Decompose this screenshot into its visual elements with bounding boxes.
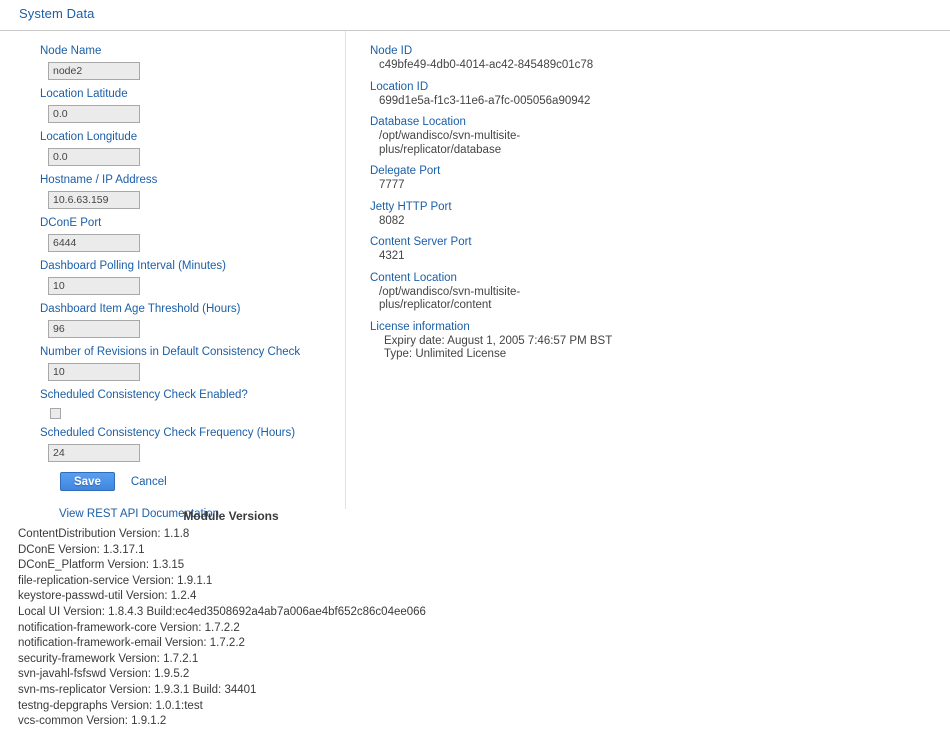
form-field-input[interactable] <box>48 62 140 80</box>
module-version-line: DConE_Platform Version: 1.3.15 <box>18 559 185 572</box>
form-field-label: Dashboard Item Age Threshold (Hours) <box>40 303 241 315</box>
module-version-line: file-replication-service Version: 1.9.1.… <box>18 574 213 587</box>
tab-system-data[interactable]: System Data <box>19 6 95 21</box>
info-item-value: 4321 <box>379 250 405 262</box>
info-item-value: 8082 <box>379 214 405 227</box>
form-field-input[interactable] <box>48 105 140 123</box>
form-field: Dashboard Polling Interval (Minutes) <box>40 259 345 295</box>
info-item-label: Database Location <box>370 116 466 128</box>
module-version-line: svn-javahl-fsfswd Version: 1.9.5.2 <box>18 668 190 681</box>
form-field: Scheduled Consistency Check Frequency (H… <box>40 426 345 462</box>
form-field-input[interactable] <box>48 191 140 209</box>
module-version-line: svn-ms-replicator Version: 1.9.3.1 Build… <box>18 683 257 696</box>
form-field-label: Node Name <box>40 45 102 57</box>
info-item: Delegate Port 7777 <box>370 164 946 193</box>
module-versions-title: Module Versions <box>183 509 279 523</box>
info-item-label: Jetty HTTP Port <box>370 200 452 213</box>
info-item-value: 7777 <box>379 179 405 191</box>
form-field-input[interactable] <box>48 234 140 252</box>
module-versions-list: ContentDistribution Version: 1.1.8 DConE … <box>18 527 950 730</box>
form-field: Scheduled Consistency Check Enabled? <box>40 388 345 419</box>
info-item-label: Delegate Port <box>370 165 441 177</box>
form-field-label: Scheduled Consistency Check Enabled? <box>40 389 248 401</box>
form-actions: Save Cancel <box>60 472 345 491</box>
system-info-list: Node ID c49bfe49-4db0-4014-ac42-845489c01… <box>346 31 946 362</box>
module-version-line: notification-framework-core Version: 1.7… <box>18 621 240 634</box>
form-field: DConE Port <box>40 216 345 252</box>
info-item-value: 699d1e5a-f1c3-11e6-a7fc-005056a90942 <box>379 94 591 107</box>
license-type-value: Type: Unlimited License <box>384 348 507 360</box>
info-item: Content Location/opt/wandisco/svn-multis… <box>370 271 946 313</box>
module-version-line: ContentDistribution Version: 1.1.8 <box>18 528 190 540</box>
module-version-line: DConE Version: 1.3.17.1 <box>18 543 145 556</box>
info-items-container: Node ID c49bfe49-4db0-4014-ac42-845489c01… <box>370 44 946 313</box>
form-field: Location Latitude <box>40 87 345 123</box>
form-field: Location Longitude <box>40 130 345 166</box>
form-field-label: Dashboard Polling Interval (Minutes) <box>40 260 227 272</box>
form-field-input[interactable] <box>48 444 140 462</box>
form-field-label: Location Latitude <box>40 88 128 100</box>
form-field: Number of Revisions in Default Consisten… <box>40 345 345 381</box>
form-field-label: Scheduled Consistency Check Frequency (H… <box>40 427 296 439</box>
info-item: Location ID 699d1e5a-f1c3-11e6-a7fc-00505… <box>370 80 946 109</box>
license-information-item: License information Expiry date: August … <box>370 320 946 362</box>
form-field: Hostname / IP Address <box>40 173 345 209</box>
tab-bar: System Data <box>0 0 950 31</box>
info-item-label: Node ID <box>370 45 413 57</box>
settings-form-column: Node Name Location Latitude Location Longi… <box>0 31 345 520</box>
module-version-line: Local UI Version: 1.8.4.3 Build:ec4ed350… <box>18 605 426 618</box>
form-field-label: Hostname / IP Address <box>40 174 158 186</box>
system-data-form: Node Name Location Latitude Location Longi… <box>0 31 345 520</box>
form-fields-container: Node Name Location Latitude Location Longi… <box>40 44 345 462</box>
info-item-label: Content Server Port <box>370 236 472 248</box>
form-field: Dashboard Item Age Threshold (Hours) <box>40 302 345 338</box>
form-field-input[interactable] <box>48 277 140 295</box>
form-field-label: Number of Revisions in Default Consisten… <box>40 346 301 358</box>
system-info-column: Node ID c49bfe49-4db0-4014-ac42-845489c01… <box>346 31 946 369</box>
info-item-label: Location ID <box>370 80 429 93</box>
module-version-line: security-framework Version: 1.7.2.1 <box>18 652 199 665</box>
form-field-input[interactable] <box>48 148 140 166</box>
info-item-value: /opt/wandisco/svn-multisite- plus/replic… <box>379 285 521 312</box>
license-information-label: License information <box>370 320 470 333</box>
form-field-label: DConE Port <box>40 217 102 229</box>
info-item-value: /opt/wandisco/svn-multisite- plus/replic… <box>379 130 521 156</box>
info-item: Node ID c49bfe49-4db0-4014-ac42-845489c01… <box>370 44 946 73</box>
module-version-line: testng-depgraphs Version: 1.0.1:test <box>18 699 203 712</box>
info-item-value: c49bfe49-4db0-4014-ac42-845489c01c78 <box>379 59 594 71</box>
form-field-input[interactable] <box>48 320 140 338</box>
form-field-input[interactable] <box>48 363 140 381</box>
info-item-label: Content Location <box>370 271 457 284</box>
license-expiry-value: Expiry date: August 1, 2005 7:46:57 PM B… <box>384 334 613 347</box>
module-version-line: vcs-common Version: 1.9.1.2 <box>18 715 167 728</box>
info-item: Jetty HTTP Port 8082 <box>370 200 946 229</box>
form-field-label: Location Longitude <box>40 131 138 143</box>
save-button[interactable]: Save <box>60 472 115 491</box>
module-version-line: keystore-passwd-util Version: 1.2.4 <box>18 590 197 603</box>
info-item: Content Server Port 4321 <box>370 235 946 264</box>
cancel-link[interactable]: Cancel <box>131 476 167 488</box>
module-version-line: notification-framework-email Version: 1.… <box>18 637 245 650</box>
module-versions-section: Module Versions ContentDistribution Vers… <box>0 509 950 730</box>
form-field: Node Name <box>40 44 345 80</box>
scheduled-consistency-check-checkbox[interactable] <box>50 408 61 419</box>
info-item: Database Location/opt/wandisco/svn-multi… <box>370 115 946 157</box>
content-columns: Node Name Location Latitude Location Longi… <box>0 31 950 520</box>
